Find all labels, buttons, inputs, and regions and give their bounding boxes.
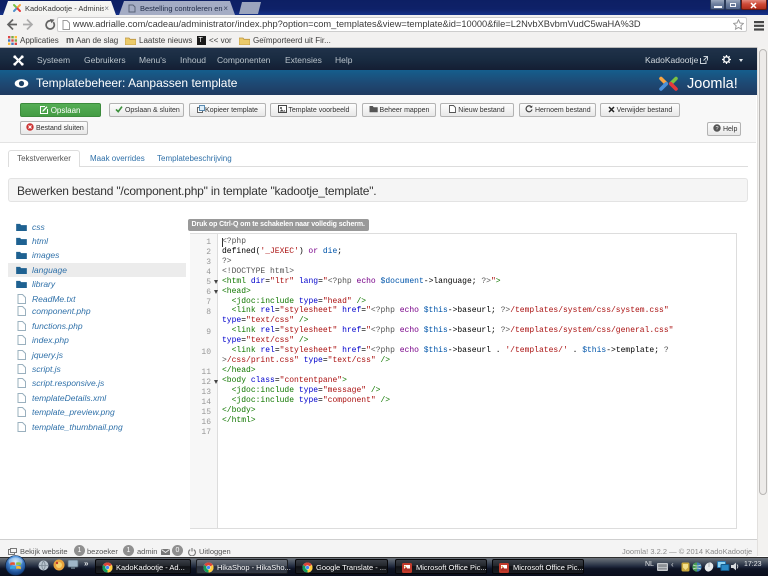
- svg-text:?: ?: [715, 126, 718, 132]
